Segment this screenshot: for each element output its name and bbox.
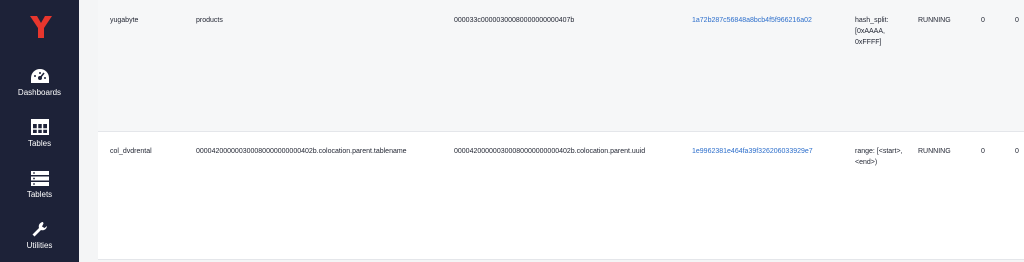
state-cell: RUNNING — [918, 17, 951, 24]
keyspace-cell: yugabyte — [110, 17, 139, 24]
tablet-uuid-link[interactable]: 1a72b287c56848a8bcb4f5f966216a02 — [692, 15, 812, 26]
table-grid-icon — [30, 119, 49, 135]
nav-label-tables: Tables — [27, 139, 52, 148]
tablets-table: yugabyte products 000033c000003000800000… — [79, 0, 1024, 262]
yugabyte-logo-icon[interactable] — [28, 14, 54, 40]
nav-label-utilities: Utilities — [26, 241, 53, 250]
table-id-cell: 000033c00000300080000000000407b — [454, 17, 575, 24]
table-row: yugabyte products 000033c000003000800000… — [98, 0, 1024, 132]
dashboard-gauge-icon — [30, 69, 49, 83]
wrench-icon — [32, 222, 47, 237]
partition-cell: range: [<start>, <end>) — [855, 148, 903, 166]
count-cell: 0 — [981, 17, 985, 24]
nav-item-tablets[interactable]: Tablets — [0, 170, 79, 199]
nav-label-tablets: Tablets — [26, 190, 53, 199]
sidebar: Dashboards Tables Tablets Utilities — [0, 0, 79, 262]
keyspace-cell: col_dvdrental — [110, 148, 152, 155]
table-name-cell: products — [196, 17, 223, 24]
server-stack-icon — [30, 171, 49, 186]
count-cell: 0 — [981, 148, 985, 155]
tablet-uuid-link[interactable]: 1e9962381e464fa39f326206033929e7 — [692, 146, 813, 157]
nav-item-dashboards[interactable]: Dashboards — [0, 68, 79, 97]
table-row: col_dvdrental 00004200000030008000000000… — [98, 132, 1024, 260]
table-id-cell: 000042000000300080000000000402b.colocati… — [454, 148, 646, 155]
table-name-cell: 000042000000300080000000000402b.colocati… — [196, 148, 407, 155]
count-cell: 0 — [1015, 148, 1019, 155]
count-cell: 0 — [1015, 17, 1019, 24]
partition-cell: hash_split: [0xAAAA, 0xFFFF] — [855, 17, 889, 46]
nav-item-tables[interactable]: Tables — [0, 119, 79, 148]
state-cell: RUNNING — [918, 148, 951, 155]
nav-item-utilities[interactable]: Utilities — [0, 221, 79, 250]
nav-label-dashboards: Dashboards — [17, 88, 62, 97]
